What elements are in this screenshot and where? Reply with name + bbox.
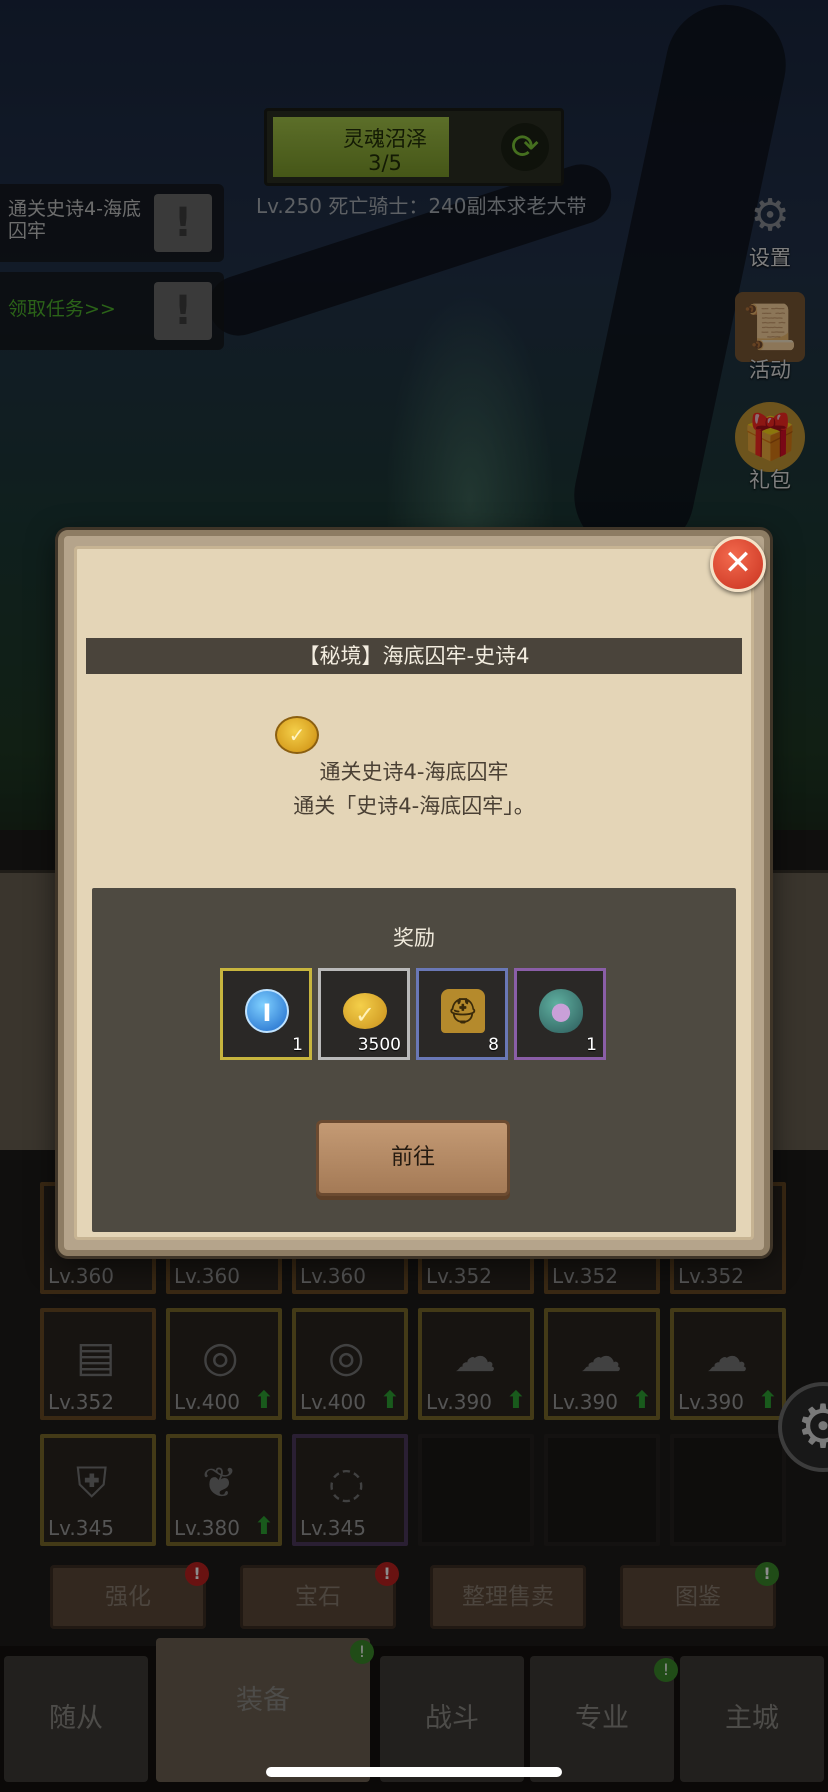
blue-token-icon: I [245, 989, 289, 1033]
reward-qty: 3500 [357, 1035, 401, 1055]
reward-qty: 1 [586, 1035, 597, 1055]
dialog-title: 【秘境】海底囚牢-史诗4 [86, 638, 742, 674]
reward-slot[interactable]: ⛑ 8 [416, 968, 508, 1060]
reward-qty: 1 [292, 1035, 303, 1055]
task-description: 通关「史诗4-海底囚牢」。 [293, 794, 535, 818]
reward-title: 奖励 [393, 926, 435, 950]
reward-slot[interactable]: ✓ 3500 [318, 968, 410, 1060]
gold-coin-icon: ✓ [275, 716, 319, 754]
gold-coin-icon: ✓ [343, 993, 387, 1029]
close-icon[interactable]: ✕ [710, 536, 766, 592]
home-indicator[interactable] [266, 1767, 562, 1777]
task-name: 通关史诗4-海底囚牢 [319, 760, 509, 784]
pet-egg-icon: ● [539, 989, 583, 1033]
reward-qty: 8 [488, 1035, 499, 1055]
reward-slot[interactable]: I 1 [220, 968, 312, 1060]
helmet-icon: ⛑ [441, 989, 485, 1033]
go-button[interactable]: 前往 [316, 1120, 510, 1196]
reward-slot[interactable]: ● 1 [514, 968, 606, 1060]
